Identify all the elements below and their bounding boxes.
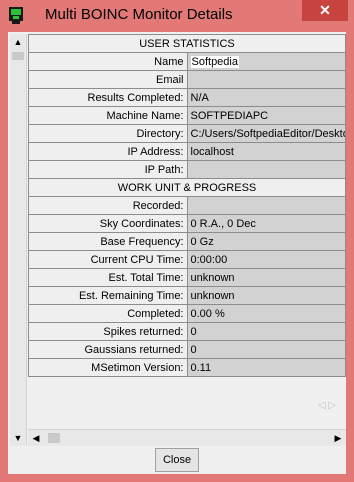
table-row: Spikes returned: 0	[28, 322, 346, 341]
section-header-row: WORK UNIT & PROGRESS	[28, 178, 346, 197]
table-row: Current CPU Time: 0:00:00	[28, 250, 346, 269]
row-label: Current CPU Time:	[28, 250, 188, 269]
window-frame-right	[346, 32, 354, 482]
table-row: Est. Total Time: unknown	[28, 268, 346, 287]
table-row: Machine Name: SOFTPEDIAPC	[28, 106, 346, 125]
table-row: Results Completed: N/A	[28, 88, 346, 107]
table-row: MSetimon Version: 0.11	[28, 358, 346, 377]
table-row: Name Softpedia	[28, 52, 346, 71]
table-row: Est. Remaining Time: unknown	[28, 286, 346, 305]
row-value[interactable]: 0:00:00	[186, 250, 346, 269]
row-value[interactable]: 0	[186, 322, 346, 341]
row-value[interactable]	[186, 70, 346, 89]
row-value[interactable]: 0.11	[186, 358, 346, 377]
table-row: Gaussians returned: 0	[28, 340, 346, 359]
table-row: IP Address: localhost	[28, 142, 346, 161]
boinc-monitor-icon	[9, 7, 23, 24]
row-value[interactable]	[186, 160, 346, 179]
scroll-down-arrow-icon[interactable]: ▼	[10, 430, 26, 446]
close-icon: ✕	[319, 2, 331, 18]
scroll-right-arrow-icon[interactable]: ▶	[330, 430, 346, 446]
selected-value-text[interactable]: Softpedia	[190, 55, 239, 68]
row-label: Sky Coordinates:	[28, 214, 188, 233]
row-value[interactable]: 0.00 %	[186, 304, 346, 323]
table-row: Sky Coordinates: 0 R.A., 0 Dec	[28, 214, 346, 233]
table-row: Directory: C:/Users/SoftpediaEditor/Deskt…	[28, 124, 346, 143]
row-label: Results Completed:	[28, 88, 188, 107]
scroll-left-arrow-icon[interactable]: ◀	[28, 430, 44, 446]
row-label: Machine Name:	[28, 106, 188, 125]
vertical-scroll-thumb[interactable]	[12, 52, 24, 60]
row-label: Directory:	[28, 124, 188, 143]
details-grid: USER STATISTICS Name Softpedia Email Results…	[28, 34, 346, 377]
title-bar[interactable]: Multi BOINC Monitor Details ✕	[0, 0, 354, 32]
row-label: Completed:	[28, 304, 188, 323]
row-value[interactable]: N/A	[186, 88, 346, 107]
row-value[interactable]: 0 Gz	[186, 232, 346, 251]
section-header: WORK UNIT & PROGRESS	[28, 178, 346, 197]
row-value[interactable]: SOFTPEDIAPC	[186, 106, 346, 125]
row-label: IP Address:	[28, 142, 188, 161]
row-value[interactable]: C:/Users/SoftpediaEditor/Desktop	[186, 124, 346, 143]
row-value[interactable]: 0 R.A., 0 Dec	[186, 214, 346, 233]
window-frame-left	[0, 32, 8, 482]
table-row: Email	[28, 70, 346, 89]
table-row: Completed: 0.00 %	[28, 304, 346, 323]
row-label: Gaussians returned:	[28, 340, 188, 359]
horizontal-scroll-thumb[interactable]	[48, 433, 60, 443]
page-nav-arrows-icon: ◁ ▷	[317, 400, 336, 411]
horizontal-scrollbar[interactable]: ◀ ▶	[28, 429, 346, 446]
row-value[interactable]: unknown	[186, 286, 346, 305]
row-label: Recorded:	[28, 196, 188, 215]
table-row: Recorded:	[28, 196, 346, 215]
row-value[interactable]: unknown	[186, 268, 346, 287]
table-row: Base Frequency: 0 Gz	[28, 232, 346, 251]
window-close-button[interactable]: ✕	[302, 0, 348, 21]
row-value[interactable]	[186, 196, 346, 215]
row-label: Base Frequency:	[28, 232, 188, 251]
row-value[interactable]: Softpedia	[186, 52, 346, 71]
scroll-up-arrow-icon[interactable]: ▲	[10, 34, 26, 50]
row-label: IP Path:	[28, 160, 188, 179]
section-header: USER STATISTICS	[28, 34, 346, 53]
details-table: USER STATISTICS Name Softpedia Email Results…	[28, 34, 346, 410]
close-button[interactable]: Close	[155, 448, 199, 472]
details-window: Multi BOINC Monitor Details ✕ ▲ ▼ USER S…	[0, 0, 354, 482]
row-label: Name	[28, 52, 188, 71]
row-label: MSetimon Version:	[28, 358, 188, 377]
vertical-scrollbar[interactable]: ▲ ▼	[10, 34, 27, 446]
window-title: Multi BOINC Monitor Details	[45, 6, 233, 23]
row-label: Email	[28, 70, 188, 89]
window-frame-bottom	[0, 474, 354, 482]
section-header-row: USER STATISTICS	[28, 34, 346, 53]
row-value[interactable]: localhost	[186, 142, 346, 161]
row-label: Est. Total Time:	[28, 268, 188, 287]
table-row: IP Path:	[28, 160, 346, 179]
row-label: Spikes returned:	[28, 322, 188, 341]
client-area: ▲ ▼ USER STATISTICS Name Softpedia Email Res…	[8, 32, 346, 474]
row-label: Est. Remaining Time:	[28, 286, 188, 305]
row-value[interactable]: 0	[186, 340, 346, 359]
